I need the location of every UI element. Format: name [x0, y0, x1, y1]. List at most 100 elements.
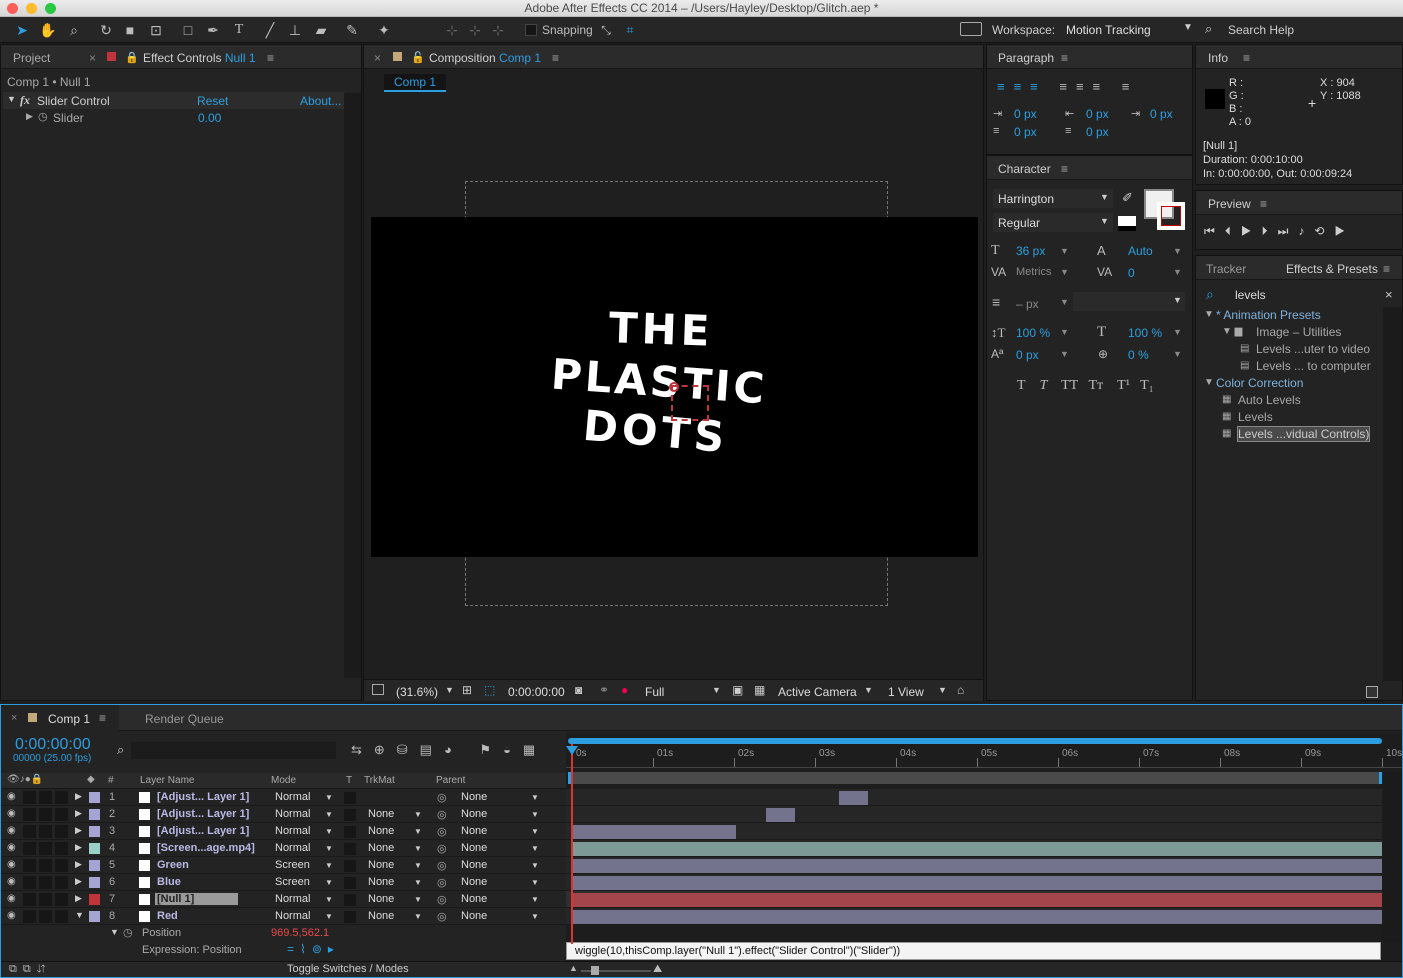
preserve-transparency-checkbox[interactable]: [344, 792, 356, 804]
eye-icon[interactable]: ◉: [7, 791, 16, 802]
chevron-down-icon[interactable]: ▼: [531, 861, 539, 870]
position-value[interactable]: 969.5,562.1: [271, 927, 329, 939]
snapshot-icon[interactable]: ◙: [575, 683, 582, 697]
pick-whip-icon[interactable]: ◎: [437, 910, 447, 923]
preview-controls[interactable]: ⏮⏴▶⏵⏭♪⟲▶: [1204, 224, 1355, 239]
layer-switch-box[interactable]: [23, 893, 36, 906]
eye-icon[interactable]: ◉: [7, 825, 16, 836]
close-icon[interactable]: ×: [11, 712, 17, 724]
zoom-in-icon[interactable]: ⛰: [653, 963, 662, 976]
timeline-switches[interactable]: ⇆⊕⛁▤◕ ⚑◒▦: [351, 742, 547, 758]
ram-preview-icon[interactable]: ▶: [1334, 224, 1355, 238]
expand-arrow-icon[interactable]: ▶: [26, 111, 33, 122]
faux-italic-button[interactable]: T: [1040, 378, 1048, 393]
layer-switch-box[interactable]: [23, 842, 36, 855]
chevron-down-icon[interactable]: ▼: [414, 810, 422, 819]
chevron-down-icon[interactable]: ▼: [325, 878, 333, 887]
pick-whip-icon[interactable]: ◎: [437, 808, 447, 821]
baseline-shift-value[interactable]: 0 px: [1016, 348, 1039, 362]
snapping-checkbox[interactable]: [525, 24, 537, 36]
panel-menu-icon[interactable]: ≡: [99, 711, 106, 725]
label-color-swatch[interactable]: [89, 877, 100, 888]
mode-dropdown[interactable]: Normal: [275, 825, 310, 837]
eyedropper-icon[interactable]: ✐: [1122, 190, 1133, 206]
label-color-swatch[interactable]: [89, 894, 100, 905]
comp-viewer-canvas[interactable]: THE PLASTIC DOTS: [371, 217, 978, 557]
type-tool-icon[interactable]: T: [229, 20, 249, 40]
parent-dropdown[interactable]: None: [461, 825, 487, 837]
chevron-down-icon[interactable]: ▼: [325, 827, 333, 836]
parent-dropdown[interactable]: None: [461, 910, 487, 922]
panel-menu-icon[interactable]: ≡: [1243, 51, 1250, 65]
parent-column[interactable]: Parent: [436, 775, 465, 786]
label-color-swatch[interactable]: [89, 911, 100, 922]
chevron-down-icon[interactable]: ▼: [325, 793, 333, 802]
stopwatch-icon[interactable]: ◷: [38, 110, 48, 123]
indent-right-value[interactable]: 0 px: [1086, 107, 1109, 121]
about-link[interactable]: About...: [300, 94, 341, 108]
layer-duration-bar[interactable]: [572, 893, 1382, 907]
time-graph[interactable]: 0s 01s 02s 03s 04s 05s 06s 07s 08s 09s 10s wiggle(…: [566, 732, 1402, 961]
layer-switch-box[interactable]: [39, 825, 52, 838]
lock-icon[interactable]: 🔒: [125, 51, 139, 64]
zoom-tool-icon[interactable]: ⌕: [64, 20, 84, 40]
chevron-down-icon[interactable]: ▼: [531, 878, 539, 887]
layer-switch-box[interactable]: [55, 859, 68, 872]
rotation-tool-icon[interactable]: ↻: [96, 20, 116, 40]
chevron-down-icon[interactable]: ▼: [531, 895, 539, 904]
first-frame-icon[interactable]: ⏮: [1204, 224, 1225, 238]
trkmat-dropdown[interactable]: None: [368, 876, 394, 888]
label-color-swatch[interactable]: [89, 826, 100, 837]
chevron-down-icon[interactable]: ▼: [325, 861, 333, 870]
eye-icon[interactable]: ◉: [7, 893, 16, 904]
faux-style-buttons[interactable]: T T TT Tт T¹ T₁: [1017, 378, 1154, 394]
layer-duration-bar[interactable]: [572, 859, 1382, 873]
stroke-width-value[interactable]: – px: [1016, 297, 1039, 311]
mode-dropdown[interactable]: Normal: [275, 808, 310, 820]
play-icon[interactable]: ▶: [1241, 224, 1262, 238]
scrollbar[interactable]: [1383, 772, 1402, 942]
minimize-window-button[interactable]: [26, 3, 37, 14]
eye-icon[interactable]: ◉: [7, 808, 16, 819]
work-area[interactable]: [568, 772, 1382, 784]
expand-arrow-icon[interactable]: ▶: [75, 842, 82, 853]
layer-switch-box[interactable]: [23, 910, 36, 923]
pick-whip-icon[interactable]: ◎: [437, 825, 447, 838]
audio-icon[interactable]: ♪: [1298, 224, 1314, 238]
preserve-transparency-checkbox[interactable]: [344, 809, 356, 821]
resolution-dropdown[interactable]: Full: [645, 685, 664, 699]
layer-switch-box[interactable]: [23, 791, 36, 804]
leading-value[interactable]: Auto: [1128, 244, 1153, 258]
trkmat-dropdown[interactable]: None: [368, 910, 394, 922]
expression-text[interactable]: wiggle(10,thisComp.layer("Null 1").effec…: [575, 945, 900, 957]
mode-dropdown[interactable]: Screen: [275, 876, 310, 888]
world-axis-icon[interactable]: ⊹: [465, 20, 485, 40]
effect-property-slider[interactable]: ▶ ◷ Slider 0.00: [3, 109, 345, 126]
zoom-window-button[interactable]: [45, 3, 56, 14]
camera-dropdown[interactable]: Active Camera: [778, 685, 857, 699]
effects-tree-item[interactable]: ▦ Auto Levels: [1198, 392, 1381, 409]
scrollbar[interactable]: [344, 93, 361, 678]
layer-row[interactable]: ◉ ▶ 6 Blue Screen ▼ None ▼ ◎ None ▼: [1, 874, 566, 891]
tab-info[interactable]: Info: [1208, 51, 1228, 65]
pan-behind-tool-icon[interactable]: ⊡: [146, 20, 166, 40]
clear-search-icon[interactable]: ×: [1385, 287, 1393, 302]
preserve-transparency-checkbox[interactable]: [344, 826, 356, 838]
new-bin-icon[interactable]: [1366, 686, 1378, 698]
scrollbar[interactable]: [1383, 307, 1402, 681]
layer-duration-bar[interactable]: [572, 842, 1382, 856]
space-after-value[interactable]: 0 px: [1086, 125, 1109, 139]
chevron-down-icon[interactable]: ▼: [531, 810, 539, 819]
expression-field[interactable]: wiggle(10,thisComp.layer("Null 1").effec…: [566, 942, 1381, 960]
black-white-swatch[interactable]: [1118, 216, 1136, 231]
superscript-button[interactable]: T¹: [1117, 378, 1130, 393]
expand-arrow-icon[interactable]: ▶: [75, 808, 82, 819]
transparency-grid-icon[interactable]: ▦: [754, 683, 765, 697]
layer-switch-box[interactable]: [39, 876, 52, 889]
hand-tool-icon[interactable]: ✋: [38, 20, 58, 40]
indent-first-value[interactable]: 0 px: [1150, 107, 1173, 121]
target-region-icon[interactable]: ▣: [732, 683, 743, 697]
eye-icon[interactable]: ◉: [7, 859, 16, 870]
close-icon[interactable]: ×: [374, 51, 381, 65]
layer-switch-box[interactable]: [39, 808, 52, 821]
